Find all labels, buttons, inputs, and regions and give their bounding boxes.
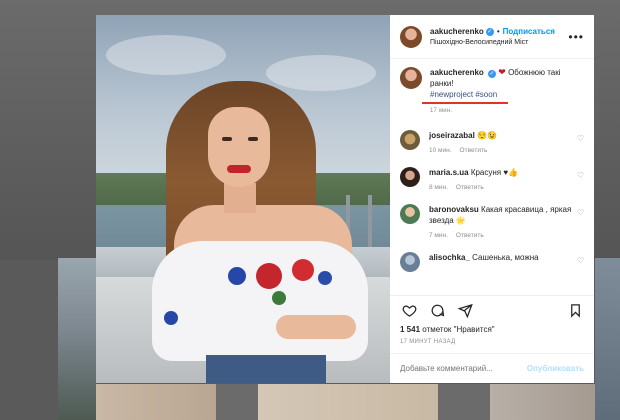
background-post-tile[interactable] (258, 384, 438, 420)
post-photo[interactable] (96, 15, 390, 383)
comment-text: Красуня ♥👍 (470, 168, 519, 177)
add-comment-bar: Опубликовать (390, 353, 594, 383)
background-post-tile[interactable] (438, 384, 490, 420)
like-comment-icon[interactable]: ♡ (572, 208, 584, 217)
author-username[interactable]: aakucherenko (430, 27, 484, 36)
comment-time: 10 мин. (429, 147, 452, 154)
share-send-icon[interactable] (456, 302, 474, 320)
comment-bubble-icon[interactable] (428, 302, 446, 320)
comments-list[interactable]: aakucherenko ✓ ❤ Обожнюю такі ранки! #ne… (390, 59, 594, 295)
add-comment-input[interactable] (400, 364, 527, 373)
comment-item: alisochka_ Сашенька, можна ♡ (400, 252, 584, 272)
commenter-avatar[interactable] (400, 130, 420, 150)
background-post-tile[interactable] (58, 258, 96, 420)
comment-time: 7 мин. (429, 232, 448, 239)
background-post-tile[interactable] (216, 384, 258, 420)
comment-time: 8 мин. (429, 184, 448, 191)
post-actions (390, 295, 594, 325)
commenter-avatar[interactable] (400, 204, 420, 224)
author-avatar[interactable] (400, 67, 422, 89)
commenter-username[interactable]: alisochka_ (429, 253, 470, 262)
post-modal: aakucherenko ✓ • Подписаться Пішохідно-В… (96, 15, 594, 383)
commenter-username[interactable]: joseirazabal (429, 131, 475, 140)
post-location[interactable]: Пішохідно-Велосипедний Міст (430, 39, 568, 46)
post-header: aakucherenko ✓ • Подписаться Пішохідно-В… (390, 15, 594, 59)
reply-button[interactable]: Ответить (456, 232, 484, 239)
red-heart-icon: ❤ (498, 67, 506, 77)
post-side-panel: aakucherenko ✓ • Подписаться Пішохідно-В… (390, 15, 594, 383)
reply-button[interactable]: Ответить (456, 184, 484, 191)
hashtag-underline-annotation (422, 102, 508, 104)
like-heart-icon[interactable] (400, 302, 418, 320)
commenter-avatar[interactable] (400, 252, 420, 272)
comment-item: baronovaksu Какая красавица , яркая звез… (400, 204, 584, 239)
commenter-avatar[interactable] (400, 167, 420, 187)
reply-button[interactable]: Ответить (460, 147, 488, 154)
like-comment-icon[interactable]: ♡ (572, 134, 584, 143)
background-post-tile[interactable] (595, 258, 620, 420)
comment-text: 😌😉 (477, 131, 497, 140)
likes-count[interactable]: 1 541 отметок "Нравится" (390, 325, 594, 334)
more-horizontal-icon[interactable]: ••• (568, 30, 584, 44)
background-post-tile[interactable] (490, 384, 595, 420)
caption-hashtags[interactable]: #newproject #soon (430, 90, 497, 99)
background-post-tile[interactable] (96, 384, 216, 420)
separator-dot: • (496, 27, 500, 36)
comment-item: joseirazabal 😌😉 10 мин. Ответить ♡ (400, 130, 584, 154)
like-comment-icon[interactable]: ♡ (572, 256, 584, 265)
commenter-username[interactable]: maria.s.ua (429, 168, 469, 177)
comment-text: Сашенька, можна (472, 253, 539, 262)
comment-item: maria.s.ua Красуня ♥👍 8 мин. Ответить ♡ (400, 167, 584, 191)
commenter-username[interactable]: baronovaksu (429, 205, 479, 214)
post-caption: aakucherenko ✓ ❤ Обожнюю такі ранки! #ne… (400, 67, 584, 117)
author-avatar[interactable] (400, 25, 422, 48)
follow-button[interactable]: Подписаться (503, 27, 555, 36)
verified-badge-icon: ✓ (485, 27, 494, 36)
like-comment-icon[interactable]: ♡ (572, 171, 584, 180)
caption-username[interactable]: aakucherenko (430, 68, 484, 77)
save-bookmark-icon[interactable] (566, 302, 584, 320)
verified-badge-icon: ✓ (488, 70, 497, 78)
posted-time: 17 МИНУТ НАЗАД (400, 339, 456, 345)
publish-button[interactable]: Опубликовать (527, 364, 584, 373)
caption-time: 17 мин. (430, 108, 453, 114)
